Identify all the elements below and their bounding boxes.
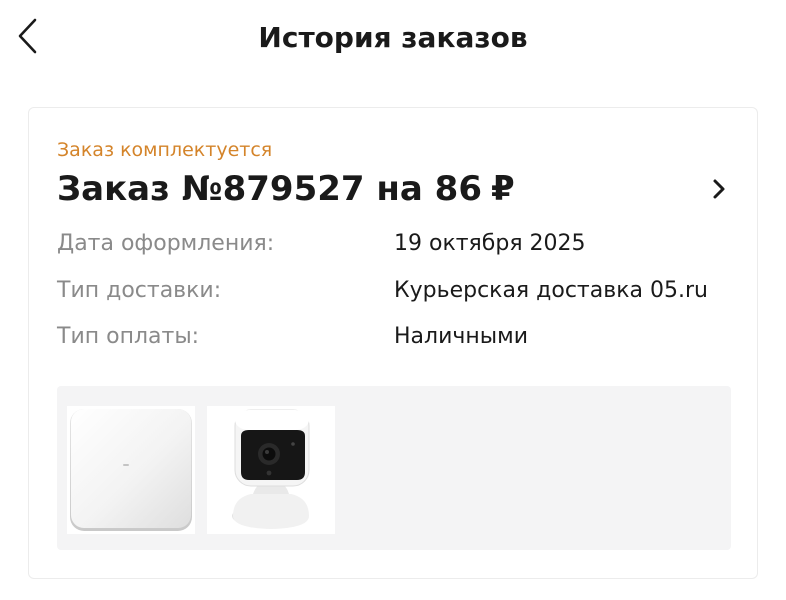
order-number-amount: Заказ №879527 на 86 [57, 169, 482, 209]
detail-row-date: Дата оформления: 19 октября 2025 [57, 229, 737, 259]
order-status: Заказ комплектуется [57, 139, 273, 161]
chevron-right-icon [713, 179, 725, 199]
detail-row-payment: Тип оплаты: Наличными [57, 322, 737, 352]
detail-value: 19 октября 2025 [394, 231, 586, 256]
detail-row-delivery: Тип доставки: Курьерская доставка 05.ru [57, 276, 737, 306]
detail-value: Курьерская доставка 05.ru [394, 278, 708, 303]
page-title: История заказов [258, 21, 528, 54]
smart-hub-image [67, 406, 195, 534]
order-title: Заказ №879527 на 86 ₽ [57, 166, 515, 212]
detail-label: Дата оформления: [57, 231, 275, 256]
detail-label: Тип доставки: [57, 278, 222, 303]
order-card[interactable]: Заказ комплектуется Заказ №879527 на 86 ₽… [28, 107, 758, 579]
currency-symbol: ₽ [490, 169, 515, 209]
product-thumb-hub[interactable] [67, 406, 195, 534]
product-thumb-camera[interactable] [207, 406, 335, 534]
products-strip [57, 386, 731, 550]
open-order-button[interactable] [707, 174, 731, 204]
security-camera-image [207, 406, 335, 534]
detail-value: Наличными [394, 324, 529, 349]
detail-label: Тип оплаты: [57, 324, 200, 349]
